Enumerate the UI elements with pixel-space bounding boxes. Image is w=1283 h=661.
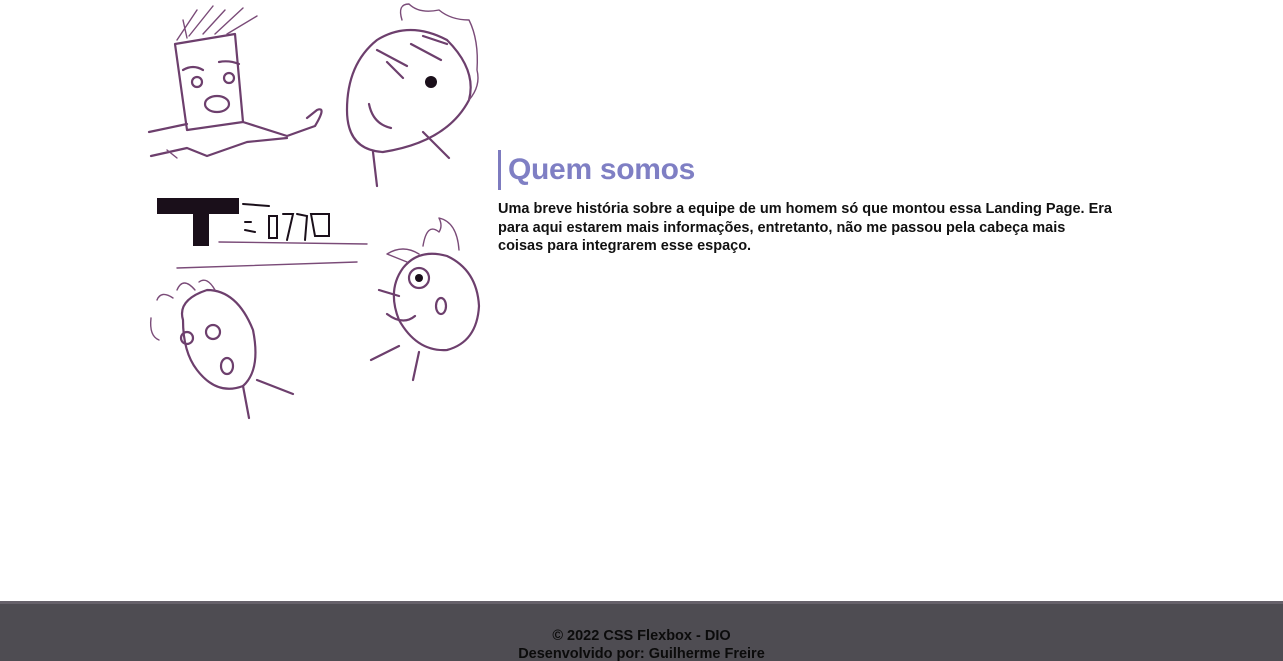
team-sketch-illustration	[147, 0, 492, 425]
landing-page: Quem somos Uma breve história sobre a eq…	[0, 0, 1283, 661]
about-section: Quem somos Uma breve história sobre a eq…	[0, 0, 1283, 601]
about-title: Quem somos	[498, 150, 1118, 190]
sketch-character-bottom-left	[149, 279, 295, 420]
footer-copyright: © 2022 CSS Flexbox - DIO	[552, 628, 731, 644]
team-sketch-image	[147, 3, 481, 420]
sketch-character-bottom-right	[369, 217, 481, 382]
about-description: Uma breve história sobre a equipe de um …	[498, 201, 1112, 254]
footer-credits: Desenvolvido por: Guilherme Freire	[518, 646, 765, 661]
sketch-character-square-head	[147, 5, 323, 159]
sketch-logo-scribble	[157, 198, 368, 269]
about-text-block: Quem somos Uma breve história sobre a eq…	[498, 150, 1118, 256]
page-footer: © 2022 CSS Flexbox - DIO Desenvolvido po…	[0, 601, 1283, 661]
sketch-character-round-head	[345, 3, 479, 188]
